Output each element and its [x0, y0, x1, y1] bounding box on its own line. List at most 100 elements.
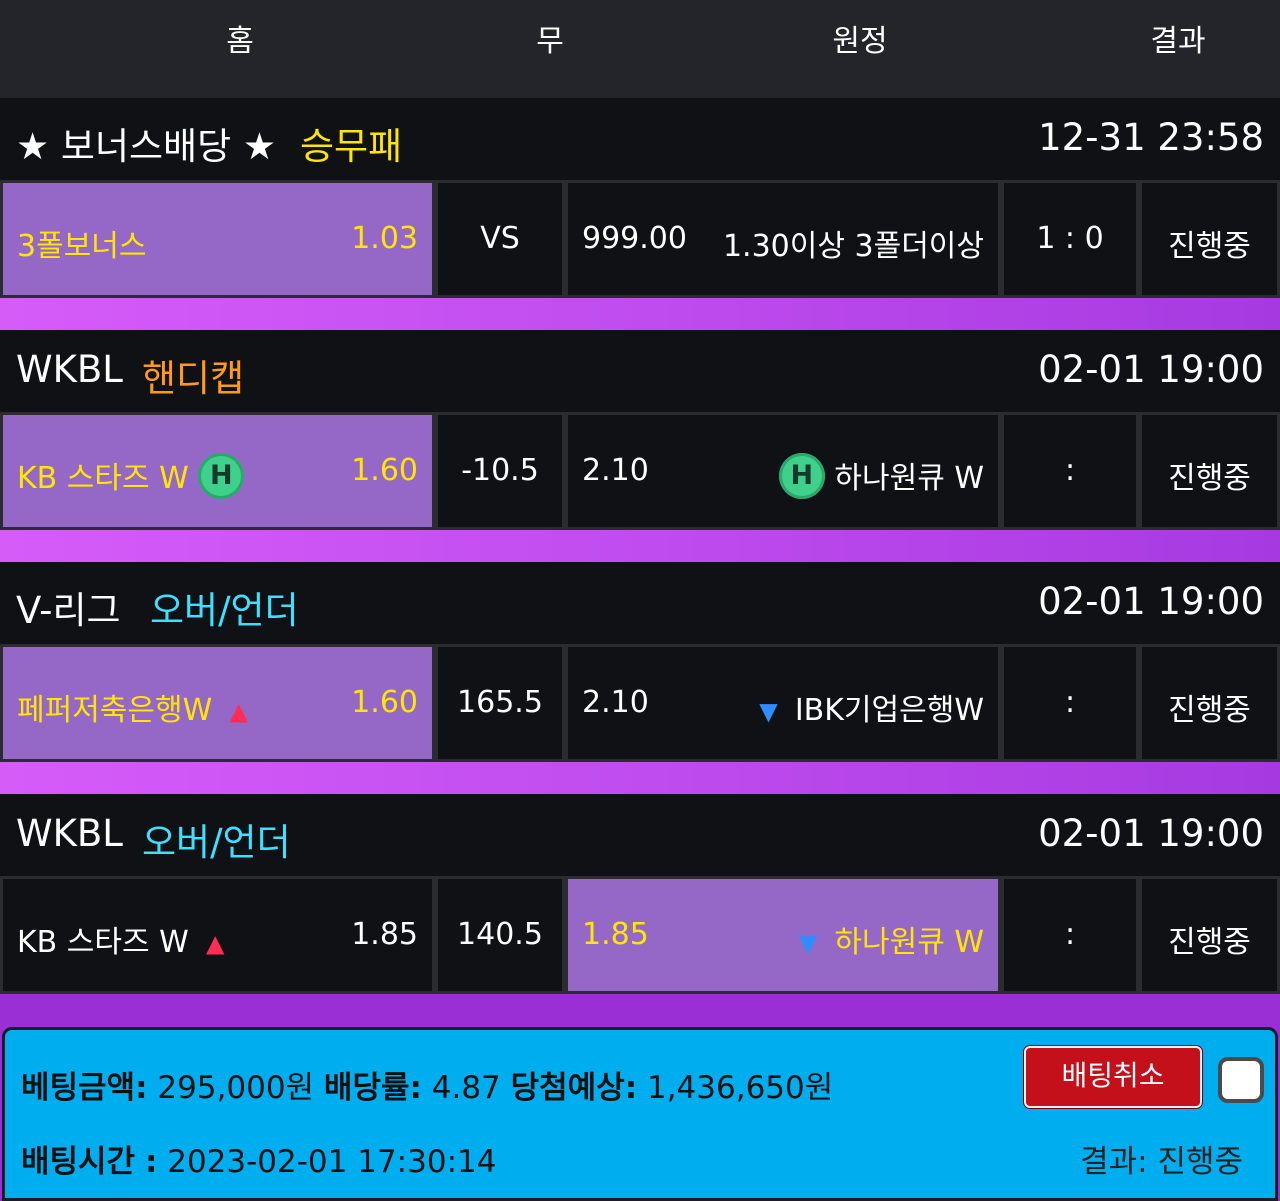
status-text: 진행중 [1168, 229, 1251, 264]
status-cell: 진행중 [1142, 415, 1277, 527]
line-cell[interactable]: 165.5 [438, 647, 562, 759]
game-time: 02-01 19:00 [1038, 580, 1264, 623]
home-team-name: KB 스타즈 W [17, 925, 189, 960]
arrow-down-icon: ▼ [798, 929, 825, 958]
middle-value: 165.5 [457, 685, 543, 720]
bet-row: KB 스타즈 W H 1.60 -10.5 2.10 H 하나원큐 W : 진행… [0, 412, 1280, 530]
bet-row: KB 스타즈 W ▲ 1.85 140.5 1.85 ▼ 하나원큐 W : 진행… [0, 876, 1280, 994]
away-odds: 2.10 [582, 685, 649, 720]
status-text: 진행중 [1168, 925, 1251, 960]
bet-type: 핸디캡 [142, 357, 245, 400]
total-odds: 4.87 [431, 1070, 501, 1106]
score: : [1064, 685, 1076, 720]
middle-value: VS [480, 221, 520, 256]
home-selection[interactable]: KB 스타즈 W ▲ 1.85 [3, 879, 432, 991]
middle-value: -10.5 [461, 453, 539, 488]
handicap-cell[interactable]: -10.5 [438, 415, 562, 527]
bet-time-line: 배팅시간 : 2023-02-01 17:30:14 [21, 1136, 496, 1181]
expected-win: 1,436,650원 [646, 1070, 834, 1106]
score-cell: : [1004, 879, 1136, 991]
score-cell: 1 : 0 [1004, 183, 1136, 295]
home-odds: 1.03 [351, 221, 418, 256]
away-selection[interactable]: 2.10 H 하나원큐 W [568, 415, 998, 527]
group-divider [0, 530, 1280, 562]
score: 1 : 0 [1036, 221, 1104, 256]
status-cell: 진행중 [1142, 879, 1277, 991]
handicap-h-icon: H [198, 452, 245, 499]
home-selection[interactable]: KB 스타즈 W H 1.60 [3, 415, 432, 527]
middle-value: 140.5 [457, 917, 543, 952]
arrow-down-icon: ▼ [759, 697, 786, 726]
bet-time-label: 배팅시간 [21, 1144, 136, 1180]
league-name: ★ 보너스배당 ★ [16, 125, 277, 168]
game-time: 12-31 23:58 [1038, 116, 1264, 159]
status-cell: 진행중 [1142, 647, 1277, 759]
score-cell: : [1004, 415, 1136, 527]
bet-time: 2023-02-01 17:30:14 [167, 1144, 497, 1180]
bet-type: 승무패 [300, 125, 403, 168]
bet-type: 오버/언더 [150, 589, 299, 632]
handicap-h-icon: H [778, 452, 825, 499]
home-team-name: 3폴보너스 [17, 229, 147, 264]
select-checkbox[interactable] [1218, 1057, 1264, 1103]
bet-row: 3폴보너스 1.03 VS 999.00 1.30이상 3폴더이상 1 : 0 … [0, 180, 1280, 298]
home-odds: 1.60 [351, 453, 418, 488]
group-header: WKBL 핸디캡 02-01 19:00 [0, 330, 1280, 412]
bet-summary: 베팅금액: 295,000원 배당률: 4.87 당첨예상: 1,436,650… [2, 1027, 1278, 1201]
odds-label: 배당률: [323, 1070, 422, 1106]
result-status: 결과: 진행중 [1080, 1136, 1243, 1181]
score: : [1064, 453, 1076, 488]
score-cell: : [1004, 647, 1136, 759]
expected-win-label: 당첨예상: [510, 1070, 638, 1106]
header-home: 홈 [226, 24, 254, 59]
home-selection[interactable]: 페퍼저축은행W ▲ 1.60 [3, 647, 432, 759]
away-selection[interactable]: 999.00 1.30이상 3폴더이상 [568, 183, 998, 295]
home-odds: 1.60 [351, 685, 418, 720]
line-cell[interactable]: 140.5 [438, 879, 562, 991]
away-selection[interactable]: 1.85 ▼ 하나원큐 W [568, 879, 998, 991]
bet-amount: 295,000원 [157, 1070, 315, 1106]
group-header: WKBL 오버/언더 02-01 19:00 [0, 794, 1280, 876]
header-result: 결과 [1150, 24, 1206, 59]
game-time: 02-01 19:00 [1038, 348, 1264, 391]
group-divider [0, 762, 1280, 794]
status-text: 진행중 [1168, 461, 1251, 496]
league-name: V-리그 [16, 589, 121, 632]
bet-time-separator: : [144, 1144, 158, 1180]
header-draw: 무 [536, 24, 564, 59]
result-value: 진행중 [1157, 1144, 1243, 1180]
cancel-bet-button[interactable]: 배팅취소 [1024, 1046, 1202, 1108]
league-name: WKBL [16, 812, 123, 855]
group-divider [0, 298, 1280, 330]
group-header: V-리그 오버/언더 02-01 19:00 [0, 562, 1280, 644]
away-team-name: 하나원큐 W [834, 925, 984, 960]
away-team: ▼ IBK기업은행W [759, 685, 984, 729]
home-team: KB 스타즈 W H [17, 452, 245, 499]
group-header: ★ 보너스배당 ★ 승무패 12-31 23:58 [0, 98, 1280, 180]
away-team: H 하나원큐 W [778, 452, 984, 499]
away-odds: 1.85 [582, 917, 649, 952]
away-team-name: 1.30이상 3폴더이상 [722, 229, 984, 264]
column-header: 홈 무 원정 결과 [0, 0, 1280, 98]
away-odds: 2.10 [582, 453, 649, 488]
draw-cell[interactable]: VS [438, 183, 562, 295]
bet-row: 페퍼저축은행W ▲ 1.60 165.5 2.10 ▼ IBK기업은행W : 진… [0, 644, 1280, 762]
away-team: ▼ 하나원큐 W [799, 917, 984, 961]
home-odds: 1.85 [351, 917, 418, 952]
home-team: KB 스타즈 W ▲ [17, 917, 224, 961]
away-odds: 999.00 [582, 221, 687, 256]
home-team-name: KB 스타즈 W [17, 461, 189, 496]
score: : [1064, 917, 1076, 952]
home-selection[interactable]: 3폴보너스 1.03 [3, 183, 432, 295]
arrow-up-icon: ▲ [221, 697, 248, 726]
header-away: 원정 [832, 24, 888, 59]
result-label: 결과: [1080, 1144, 1148, 1180]
away-team-name: 하나원큐 W [834, 461, 984, 496]
game-time: 02-01 19:00 [1038, 812, 1264, 855]
status-text: 진행중 [1168, 693, 1251, 728]
home-team: 페퍼저축은행W ▲ [17, 685, 248, 729]
league-name: WKBL [16, 348, 123, 391]
away-selection[interactable]: 2.10 ▼ IBK기업은행W [568, 647, 998, 759]
arrow-up-icon: ▲ [198, 929, 225, 958]
status-cell: 진행중 [1142, 183, 1277, 295]
